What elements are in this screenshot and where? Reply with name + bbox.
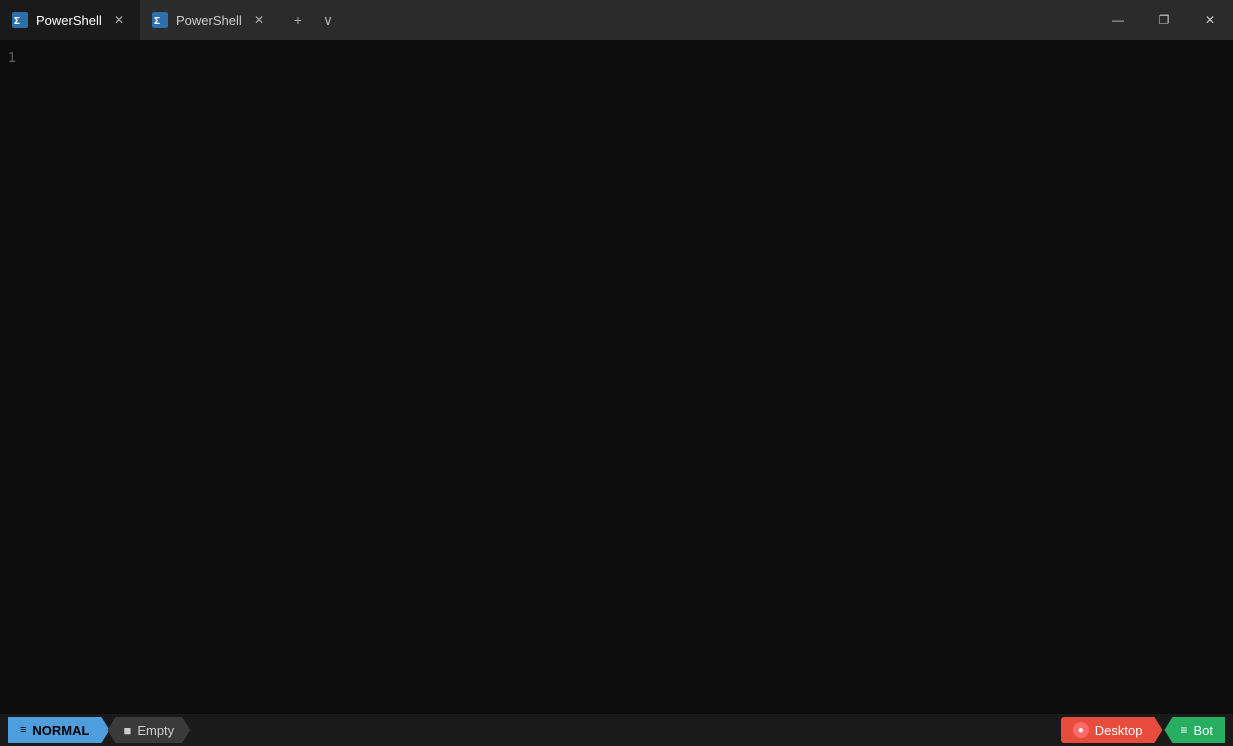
tab-label-1: PowerShell: [36, 13, 102, 28]
desktop-label: Desktop: [1095, 723, 1143, 738]
desktop-icon: ●: [1073, 722, 1089, 738]
bot-icon: ≡: [1180, 723, 1187, 737]
maximize-button[interactable]: ❐: [1141, 0, 1187, 40]
line-numbers: 1: [8, 48, 16, 69]
close-button[interactable]: ✕: [1187, 0, 1233, 40]
tab-close-1[interactable]: ✕: [110, 11, 128, 29]
svg-text:Σ: Σ: [154, 16, 160, 27]
powershell-icon-2: Σ: [152, 12, 168, 28]
tab-close-2[interactable]: ✕: [250, 11, 268, 29]
tab-powershell-2[interactable]: Σ PowerShell ✕: [140, 0, 280, 40]
bot-label: Bot: [1193, 723, 1213, 738]
status-bar: ≡ NORMAL ■ Empty ● Desktop ≡ Bot: [0, 714, 1233, 746]
file-icon: ■: [123, 723, 131, 738]
powershell-icon-1: Σ: [12, 12, 28, 28]
mode-icon: ≡: [20, 724, 26, 736]
title-bar: Σ PowerShell ✕ Σ PowerShell ✕ + ∨ — ❐: [0, 0, 1233, 40]
new-tab-button[interactable]: +: [284, 6, 312, 34]
terminal-content[interactable]: 1: [0, 40, 1233, 714]
tab-actions: + ∨: [284, 6, 342, 34]
tab-dropdown-button[interactable]: ∨: [314, 6, 342, 34]
status-desktop: ● Desktop: [1061, 717, 1163, 743]
file-label: Empty: [137, 723, 174, 738]
window-controls: — ❐ ✕: [1095, 0, 1233, 40]
tab-label-2: PowerShell: [176, 13, 242, 28]
status-file: ■ Empty: [107, 717, 190, 743]
minimize-button[interactable]: —: [1095, 0, 1141, 40]
mode-label: NORMAL: [32, 723, 89, 738]
status-bot: ≡ Bot: [1164, 717, 1225, 743]
tab-powershell-1[interactable]: Σ PowerShell ✕: [0, 0, 140, 40]
status-mode: ≡ NORMAL: [8, 717, 109, 743]
status-left: ≡ NORMAL ■ Empty: [8, 717, 190, 743]
line-number-1: 1: [8, 50, 16, 66]
svg-text:Σ: Σ: [14, 16, 20, 27]
status-right: ● Desktop ≡ Bot: [1061, 717, 1225, 743]
